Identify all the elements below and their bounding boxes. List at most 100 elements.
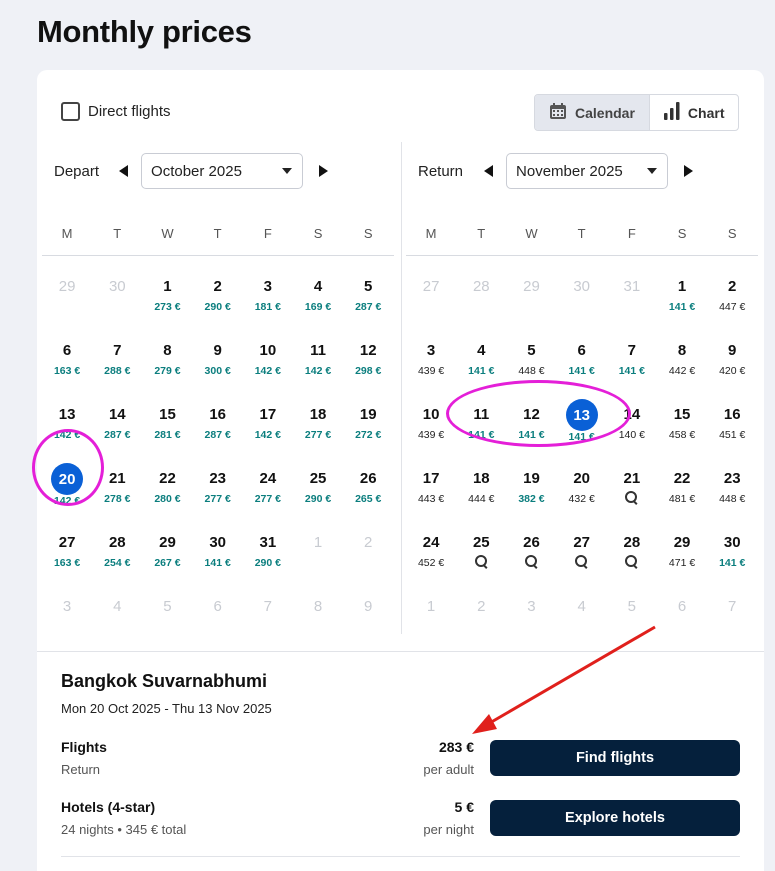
depart-next-month-arrow-icon[interactable] — [319, 165, 329, 177]
return-month-value: November 2025 — [516, 162, 623, 180]
return-day-cell[interactable]: 2 447 € — [707, 256, 757, 320]
depart-day-cell[interactable]: 7 288 € — [92, 320, 142, 384]
search-icon[interactable] — [474, 555, 488, 568]
return-day-cell[interactable]: 9 420 € — [707, 320, 757, 384]
return-next-month-arrow-icon[interactable] — [684, 165, 694, 177]
depart-day-cell[interactable]: 30 141 € — [193, 512, 243, 576]
return-day-cell[interactable]: 4 141 € — [456, 320, 506, 384]
depart-day-cell[interactable]: 19 272 € — [343, 384, 393, 448]
search-icon[interactable] — [575, 555, 588, 568]
return-day-cell[interactable]: 6 141 € — [557, 320, 607, 384]
search-icon[interactable] — [625, 555, 638, 568]
depart-day-cell[interactable]: 4 169 € — [293, 256, 343, 320]
depart-day-cell[interactable]: 21 278 € — [92, 448, 142, 512]
return-day-cell[interactable]: 10 439 € — [406, 384, 456, 448]
return-day-cell: 29 — [506, 256, 556, 320]
return-day-cell[interactable]: 8 442 € — [657, 320, 707, 384]
depart-day-cell[interactable]: 18 277 € — [293, 384, 343, 448]
depart-day-cell[interactable]: 6 163 € — [42, 320, 92, 384]
depart-day-cell[interactable]: 27 163 € — [42, 512, 92, 576]
depart-day-cell[interactable]: 16 287 € — [193, 384, 243, 448]
depart-day-cell: 3 — [42, 576, 92, 640]
return-day-cell[interactable]: 25 — [456, 512, 506, 576]
depart-prev-month-arrow-icon[interactable] — [119, 165, 129, 177]
return-month-select[interactable]: November 2025 — [506, 153, 669, 189]
depart-day-cell[interactable]: 25 290 € — [293, 448, 343, 512]
day-number: 10 — [259, 342, 277, 359]
depart-day-cell[interactable]: 3 181 € — [243, 256, 293, 320]
depart-day-cell[interactable]: 23 277 € — [193, 448, 243, 512]
day-price: 439 € — [417, 429, 445, 441]
find-flights-button[interactable]: Find flights — [490, 740, 740, 776]
day-number: 3 — [62, 598, 72, 615]
depart-day-cell[interactable]: 14 287 € — [92, 384, 142, 448]
return-day-cell[interactable]: 21 — [607, 448, 657, 512]
day-number: 4 — [577, 598, 586, 615]
explore-hotels-button[interactable]: Explore hotels — [490, 800, 740, 836]
return-day-cell[interactable]: 16 451 € — [707, 384, 757, 448]
depart-day-cell[interactable]: 12 298 € — [343, 320, 393, 384]
return-day-cell[interactable]: 1 141 € — [657, 256, 707, 320]
weekday-label: M — [425, 226, 437, 241]
day-number: 25 — [309, 470, 327, 487]
depart-day-cell[interactable]: 20 142 € — [42, 448, 92, 512]
return-day-cell[interactable]: 24 452 € — [406, 512, 456, 576]
depart-day-cell[interactable]: 22 280 € — [142, 448, 192, 512]
return-day-cell[interactable]: 3 439 € — [406, 320, 456, 384]
depart-day-cell[interactable]: 2 290 € — [193, 256, 243, 320]
depart-day-cell[interactable]: 1 273 € — [142, 256, 192, 320]
return-day-cell[interactable]: 30 141 € — [707, 512, 757, 576]
return-day-cell: 2 — [456, 576, 506, 640]
return-day-cell[interactable]: 26 — [506, 512, 556, 576]
depart-day-cell[interactable]: 15 281 € — [142, 384, 192, 448]
return-day-cell[interactable]: 12 141 € — [506, 384, 556, 448]
chart-view-button[interactable]: Chart — [648, 95, 739, 130]
calendar-view-button[interactable]: Calendar — [535, 95, 649, 130]
day-number: 7 — [113, 342, 122, 359]
return-day-cell: 30 — [557, 256, 607, 320]
return-day-cell[interactable]: 15 458 € — [657, 384, 707, 448]
day-number: 11 — [473, 406, 490, 423]
search-icon[interactable] — [625, 491, 638, 504]
return-day-cell[interactable]: 14 140 € — [607, 384, 657, 448]
return-day-cell[interactable]: 23 448 € — [707, 448, 757, 512]
depart-day-cell[interactable]: 9 300 € — [193, 320, 243, 384]
day-number: 4 — [477, 342, 486, 359]
depart-day-cell[interactable]: 5 287 € — [343, 256, 393, 320]
return-day-cell: 5 — [607, 576, 657, 640]
return-day-cell[interactable]: 28 — [607, 512, 657, 576]
day-price: 481 € — [668, 493, 696, 505]
depart-day-cell[interactable]: 17 142 € — [243, 384, 293, 448]
return-day-cell[interactable]: 27 — [557, 512, 607, 576]
summary-bottom-divider — [61, 856, 740, 857]
depart-header: Depart October 2025 — [42, 142, 394, 200]
depart-day-cell[interactable]: 28 254 € — [92, 512, 142, 576]
return-day-cell[interactable]: 5 448 € — [506, 320, 556, 384]
return-day-cell[interactable]: 18 444 € — [456, 448, 506, 512]
depart-day-cell[interactable]: 8 279 € — [142, 320, 192, 384]
depart-day-cell[interactable]: 11 142 € — [293, 320, 343, 384]
depart-day-cell: 4 — [92, 576, 142, 640]
depart-day-cell[interactable]: 13 142 € — [42, 384, 92, 448]
depart-day-cell[interactable]: 10 142 € — [243, 320, 293, 384]
direct-flights-filter[interactable]: Direct flights — [61, 102, 171, 121]
return-day-cell[interactable]: 7 141 € — [607, 320, 657, 384]
return-day-cell[interactable]: 29 471 € — [657, 512, 707, 576]
return-day-cell[interactable]: 19 382 € — [506, 448, 556, 512]
depart-day-cell[interactable]: 29 267 € — [142, 512, 192, 576]
depart-day-cell[interactable]: 26 265 € — [343, 448, 393, 512]
return-prev-month-arrow-icon[interactable] — [484, 165, 494, 177]
day-number: 27 — [573, 534, 590, 551]
direct-flights-checkbox[interactable] — [61, 102, 80, 121]
day-number: 4 — [113, 598, 122, 615]
search-icon[interactable] — [524, 555, 538, 568]
return-day-cell[interactable]: 13 141 € — [557, 384, 607, 448]
return-day-cell[interactable]: 20 432 € — [557, 448, 607, 512]
depart-month-select[interactable]: October 2025 — [141, 153, 304, 189]
return-day-cell[interactable]: 11 141 € — [456, 384, 506, 448]
return-day-cell[interactable]: 22 481 € — [657, 448, 707, 512]
depart-day-cell[interactable]: 24 277 € — [243, 448, 293, 512]
day-price: 169 € — [304, 301, 332, 313]
depart-day-cell[interactable]: 31 290 € — [243, 512, 293, 576]
return-day-cell[interactable]: 17 443 € — [406, 448, 456, 512]
